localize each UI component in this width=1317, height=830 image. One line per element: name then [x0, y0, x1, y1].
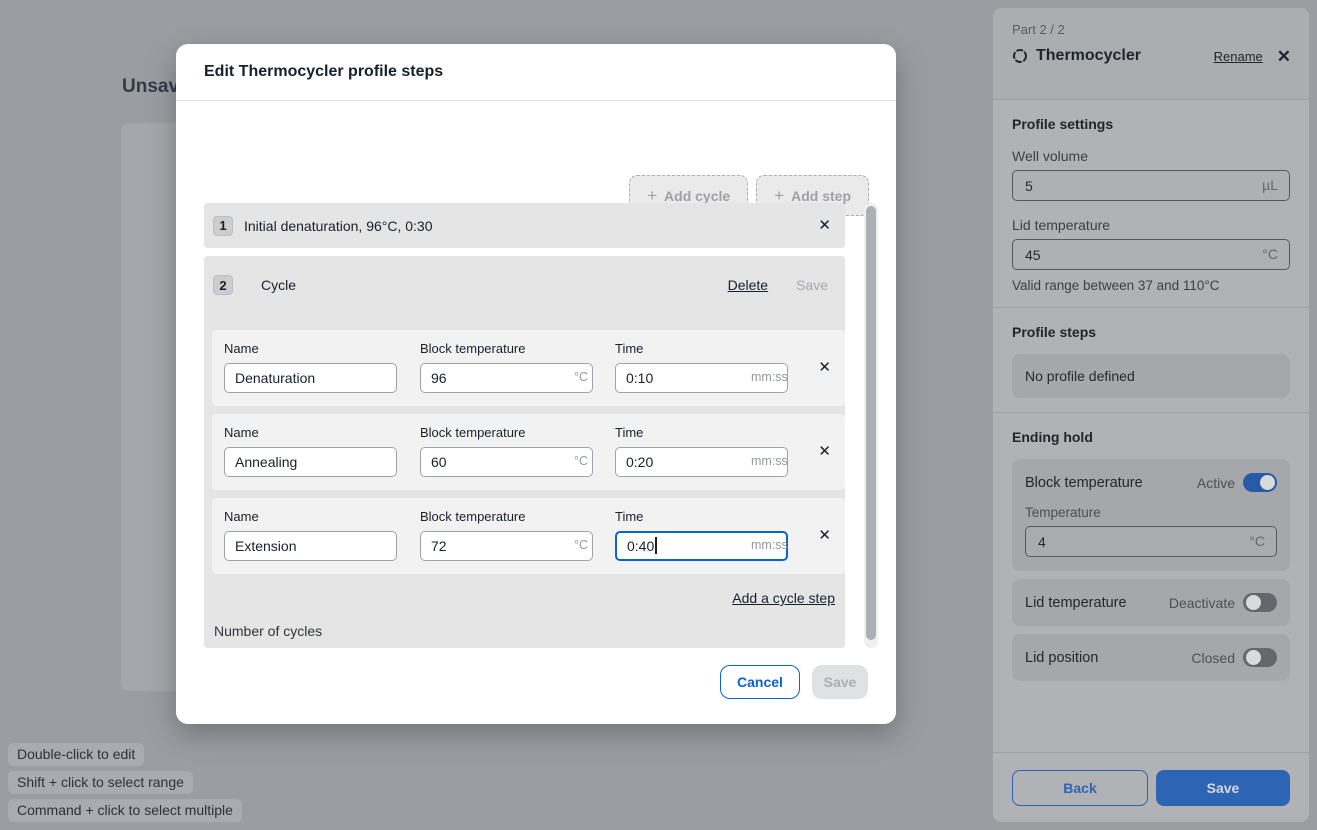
delete-cycle-step-icon[interactable]: ✕	[818, 360, 831, 375]
panel-save-button[interactable]: Save	[1156, 770, 1290, 806]
block-temperature-input[interactable]	[420, 531, 593, 561]
well-volume-unit: µL	[1262, 177, 1278, 193]
temp-unit: °C	[574, 454, 588, 468]
block-temperature-toggle[interactable]	[1243, 473, 1277, 492]
step-1-row: 1 Initial denaturation, 96°C, 0:30 ✕	[204, 203, 845, 248]
lid-temperature-input[interactable]	[1012, 239, 1290, 270]
time-unit: mm:ss	[751, 454, 788, 468]
delete-cycle-link[interactable]: Delete	[728, 277, 768, 293]
add-cycle-label: Add cycle	[664, 188, 730, 204]
cycle-step-row: Name Block temperature Time °C mm:ss ✕	[212, 498, 845, 574]
block-temperature-state: Active	[1197, 475, 1235, 491]
profile-steps-list: 1 Initial denaturation, 96°C, 0:30 ✕ 2 C…	[204, 203, 878, 648]
step-number-badge: 1	[213, 216, 233, 236]
lid-temperature-label: Lid temperature	[1012, 217, 1290, 233]
lid-temperature-state: Deactivate	[1169, 595, 1235, 611]
lid-temperature-unit: °C	[1262, 246, 1278, 262]
block-temperature-label: Block temperature	[1025, 475, 1197, 491]
cancel-button[interactable]: Cancel	[720, 665, 800, 699]
ending-hold-title: Ending hold	[1012, 429, 1290, 445]
panel-title: Thermocycler	[1036, 47, 1214, 65]
delete-cycle-step-icon[interactable]: ✕	[818, 444, 831, 459]
edit-thermocycler-profile-modal: Edit Thermocycler profile steps + Add cy…	[176, 44, 896, 724]
well-volume-label: Well volume	[1012, 148, 1290, 164]
time-unit: mm:ss	[751, 370, 788, 384]
cycle-step-row: Name Block temperature Time °C mm:ss ✕	[212, 330, 845, 406]
block-temperature-input[interactable]	[420, 363, 593, 393]
block-temperature-header: Block temperature	[420, 509, 526, 524]
name-input[interactable]	[224, 447, 397, 477]
lid-temperature-card-label: Lid temperature	[1025, 595, 1169, 611]
save-cycle-link-disabled[interactable]: Save	[796, 277, 828, 293]
cycle-label: Cycle	[261, 277, 728, 293]
hint-shift-click: Shift + click to select range	[8, 771, 193, 794]
cycle-step-row: Name Block temperature Time °C mm:ss ✕	[212, 414, 845, 490]
lid-temperature-card: Lid temperature Deactivate	[1012, 579, 1290, 626]
modal-header: Edit Thermocycler profile steps	[176, 44, 896, 101]
time-header: Time	[615, 509, 643, 524]
cycle-step-block: 2 Cycle Delete Save Name Block temperatu…	[204, 256, 845, 648]
ending-hold-temperature-unit: °C	[1249, 533, 1265, 549]
no-profile-defined-box: No profile defined	[1012, 354, 1290, 398]
thermocycler-cycle-icon	[1012, 48, 1028, 64]
lid-position-label: Lid position	[1025, 650, 1191, 666]
temp-unit: °C	[574, 538, 588, 552]
delete-cycle-step-icon[interactable]: ✕	[818, 528, 831, 543]
modal-title: Edit Thermocycler profile steps	[204, 63, 443, 81]
name-header: Name	[224, 509, 259, 524]
block-temperature-header: Block temperature	[420, 341, 526, 356]
text-cursor	[655, 537, 657, 554]
thermocycler-settings-panel: Part 2 / 2 Thermocycler Rename ✕ Profile…	[993, 8, 1309, 822]
temp-unit: °C	[574, 370, 588, 384]
rename-link[interactable]: Rename	[1214, 49, 1263, 64]
number-of-cycles-label: Number of cycles	[212, 623, 837, 639]
lid-temperature-toggle[interactable]	[1243, 593, 1277, 612]
time-unit: mm:ss	[751, 538, 788, 552]
modal-save-button-disabled[interactable]: Save	[812, 665, 868, 699]
panel-footer: Back Save	[993, 752, 1309, 822]
add-a-cycle-step-link[interactable]: Add a cycle step	[212, 590, 837, 606]
step-1-summary: Initial denaturation, 96°C, 0:30	[244, 218, 818, 234]
panel-header: Part 2 / 2 Thermocycler Rename ✕	[993, 8, 1309, 100]
delete-step-1-icon[interactable]: ✕	[818, 218, 831, 233]
name-header: Name	[224, 341, 259, 356]
add-step-label: Add step	[791, 188, 851, 204]
name-header: Name	[224, 425, 259, 440]
divider	[993, 412, 1309, 413]
lid-position-state: Closed	[1191, 650, 1235, 666]
hint-command-click: Command + click to select multiple	[8, 799, 242, 822]
valid-range-note: Valid range between 37 and 110°C	[1012, 278, 1290, 293]
profile-steps-title: Profile steps	[1012, 324, 1290, 340]
temperature-label: Temperature	[1025, 505, 1277, 520]
step-number-badge: 2	[213, 275, 233, 295]
ending-hold-temperature-input[interactable]	[1025, 526, 1277, 557]
time-header: Time	[615, 341, 643, 356]
panel-close-icon[interactable]: ✕	[1277, 48, 1291, 65]
lid-position-toggle[interactable]	[1243, 648, 1277, 667]
toggle-knob	[1260, 475, 1275, 490]
name-input[interactable]	[224, 363, 397, 393]
divider	[993, 307, 1309, 308]
part-indicator: Part 2 / 2	[1012, 22, 1291, 37]
unsaved-heading-fragment: Unsav	[122, 76, 179, 98]
block-temperature-card: Block temperature Active Temperature °C	[1012, 459, 1290, 571]
block-temperature-header: Block temperature	[420, 425, 526, 440]
block-temperature-input[interactable]	[420, 447, 593, 477]
toggle-knob	[1246, 595, 1261, 610]
profile-settings-title: Profile settings	[1012, 116, 1290, 132]
hint-double-click: Double-click to edit	[8, 743, 144, 766]
name-input[interactable]	[224, 531, 397, 561]
scrollbar-thumb[interactable]	[866, 206, 876, 640]
time-header: Time	[615, 425, 643, 440]
well-volume-input[interactable]	[1012, 170, 1290, 201]
toggle-knob	[1246, 650, 1261, 665]
lid-position-card: Lid position Closed	[1012, 634, 1290, 681]
scrollbar-track[interactable]	[864, 203, 878, 648]
back-button[interactable]: Back	[1012, 770, 1148, 806]
no-profile-defined-text: No profile defined	[1025, 368, 1135, 384]
